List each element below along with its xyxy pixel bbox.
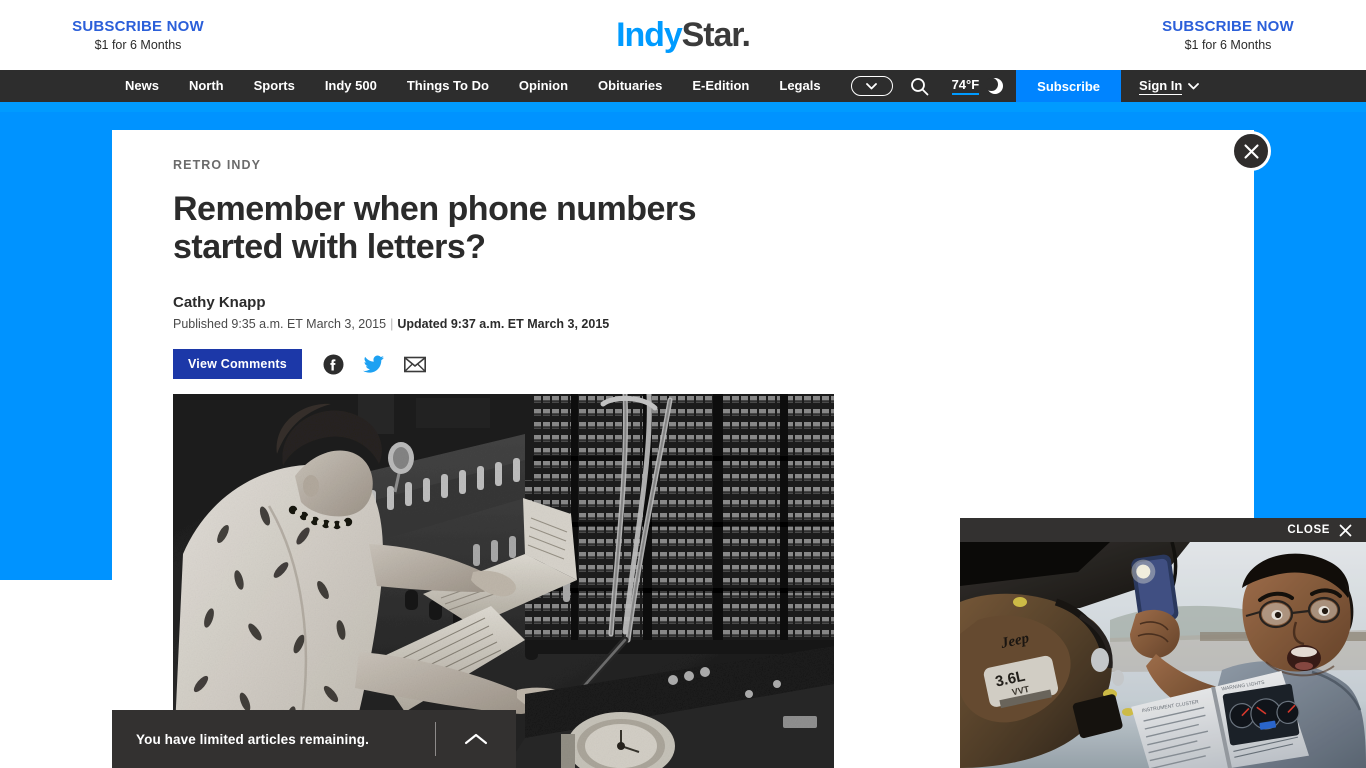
nav-accent-underline — [0, 102, 1366, 112]
subscribe-promo-right-subtitle: $1 for 6 Months — [1184, 37, 1272, 52]
nav-right-cluster: 74°F Subscribe Sign In — [848, 70, 1218, 102]
close-icon — [1243, 143, 1259, 159]
page-root: SUBSCRIBE NOW $1 for 6 Months IndyStar. … — [0, 0, 1366, 768]
close-icon[interactable] — [1339, 524, 1352, 537]
subscribe-promo-left-title: SUBSCRIBE NOW — [72, 17, 204, 35]
timestamp-separator: | — [390, 317, 394, 331]
facebook-share-icon[interactable] — [323, 354, 344, 375]
view-comments-button[interactable]: View Comments — [173, 349, 302, 379]
nav-item-opinion[interactable]: Opinion — [504, 70, 583, 102]
nav-links: News North Sports Indy 500 Things To Do … — [110, 70, 836, 102]
nav-item-indy-500[interactable]: Indy 500 — [310, 70, 392, 102]
search-icon — [911, 77, 929, 95]
subscribe-promo-right[interactable]: SUBSCRIBE NOW $1 for 6 Months — [1112, 17, 1344, 54]
email-share-icon[interactable] — [403, 356, 426, 373]
article-actions: View Comments — [173, 349, 812, 379]
page-backdrop-right — [1254, 112, 1366, 580]
nav-item-legals[interactable]: Legals — [764, 70, 835, 102]
chevron-down-icon — [850, 76, 893, 96]
site-logo-primary: Indy — [616, 16, 683, 54]
page-title: Remember when phone numbers started with… — [173, 190, 697, 266]
share-icons — [323, 354, 426, 375]
video-player-topbar: CLOSE — [960, 518, 1366, 542]
floating-video-player[interactable]: CLOSE Jeep 3.6L VVT INSTRUMENT CLUSTER W… — [960, 518, 1366, 768]
article-meter-bar: You have limited articles remaining. — [112, 710, 516, 768]
article-updated-time: Updated 9:37 a.m. ET March 3, 2015 — [397, 317, 610, 331]
site-logo-secondary: Star. — [681, 16, 751, 54]
article-published-time: Published 9:35 a.m. ET March 3, 2015 — [173, 317, 387, 331]
top-promo-bar: SUBSCRIBE NOW $1 for 6 Months IndyStar. … — [0, 0, 1366, 70]
twitter-share-icon[interactable] — [362, 355, 385, 374]
nav-item-things-to-do[interactable]: Things To Do — [392, 70, 504, 102]
chevron-down-icon — [1188, 82, 1200, 89]
nav-item-news[interactable]: News — [110, 70, 174, 102]
site-logo[interactable]: IndyStar. — [616, 16, 751, 54]
weather-widget[interactable]: 74°F — [944, 70, 1017, 102]
article-content: RETRO INDY Remember when phone numbers s… — [112, 130, 834, 768]
weather-temperature: 74°F — [951, 77, 980, 95]
nav-item-obituaries[interactable]: Obituaries — [583, 70, 677, 102]
article-kicker[interactable]: RETRO INDY — [173, 158, 812, 172]
subscribe-promo-left[interactable]: SUBSCRIBE NOW $1 for 6 Months — [22, 17, 254, 54]
subscribe-promo-left-subtitle: $1 for 6 Months — [94, 37, 182, 52]
sign-in-label: Sign In — [1139, 77, 1183, 95]
sign-in-button[interactable]: Sign In — [1121, 70, 1217, 102]
article-author: Cathy Knapp — [173, 294, 266, 311]
video-thumbnail[interactable]: Jeep 3.6L VVT INSTRUMENT CLUSTER WARNING… — [960, 542, 1366, 768]
search-button[interactable] — [896, 70, 944, 102]
moon-icon — [986, 77, 1004, 94]
nav-item-sports[interactable]: Sports — [239, 70, 310, 102]
main-navigation: News North Sports Indy 500 Things To Do … — [0, 70, 1366, 102]
nav-more-menu-button[interactable] — [848, 70, 896, 102]
meter-message: You have limited articles remaining. — [136, 731, 369, 747]
close-article-overlay-button[interactable] — [1231, 131, 1271, 171]
nav-item-e-edition[interactable]: E-Edition — [677, 70, 764, 102]
article-timestamps: Published 9:35 a.m. ET March 3, 2015 | Upd… — [173, 317, 812, 331]
chevron-up-icon — [464, 733, 488, 745]
subscribe-button[interactable]: Subscribe — [1016, 70, 1122, 102]
video-close-label[interactable]: CLOSE — [1287, 524, 1330, 536]
nav-item-north[interactable]: North — [174, 70, 239, 102]
meter-expand-button[interactable] — [436, 732, 516, 746]
subscribe-promo-right-title: SUBSCRIBE NOW — [1162, 17, 1294, 35]
